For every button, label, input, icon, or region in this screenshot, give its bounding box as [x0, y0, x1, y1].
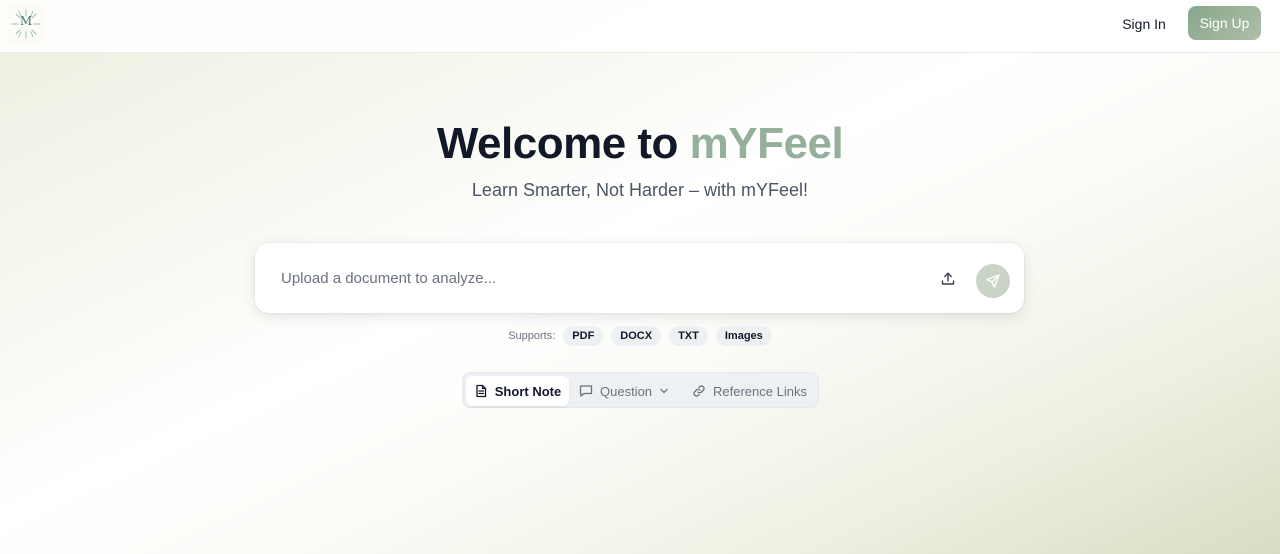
logo[interactable]: M [7, 5, 45, 43]
tab-question[interactable]: Question [579, 376, 669, 406]
tab-short-note[interactable]: Short Note [466, 376, 569, 406]
send-button[interactable] [976, 264, 1010, 298]
format-chip-images: Images [715, 326, 772, 346]
tab-reference-links-label: Reference Links [713, 383, 807, 399]
sign-up-button[interactable]: Sign Up [1188, 6, 1261, 40]
chat-bubble-icon [579, 385, 593, 397]
link-icon [693, 385, 705, 397]
page-subtitle: Learn Smarter, Not Harder – with mYFeel! [471, 180, 809, 200]
page-title: Welcome to mYFeel [0, 117, 1280, 171]
top-nav: M Sign In Sign Up [0, 0, 1280, 53]
chevron-down-icon[interactable] [659, 386, 669, 396]
upload-icon [941, 272, 955, 285]
upload-button[interactable] [940, 271, 956, 287]
upload-panel [255, 243, 1024, 313]
mode-tabs: Short Note Question Reference Links [462, 372, 819, 408]
supported-formats: Supports: PDF DOCX TXT Images [0, 326, 1280, 346]
format-chip-txt: TXT [669, 326, 708, 346]
supports-label: Supports: [508, 330, 556, 342]
tab-reference-links[interactable]: Reference Links [692, 376, 807, 406]
format-chip-pdf: PDF [563, 326, 604, 346]
document-input[interactable] [281, 266, 901, 290]
tab-short-note-label: Short Note [494, 383, 562, 399]
sign-in-button[interactable]: Sign In [1112, 14, 1176, 34]
title-prefix: Welcome to [436, 119, 690, 168]
send-icon [986, 274, 1000, 288]
document-icon [476, 384, 486, 398]
format-chip-docx: DOCX [611, 326, 662, 346]
logo-letter: M [19, 14, 33, 28]
title-brand: mYFeel [689, 119, 844, 168]
tab-question-label: Question [600, 383, 653, 399]
